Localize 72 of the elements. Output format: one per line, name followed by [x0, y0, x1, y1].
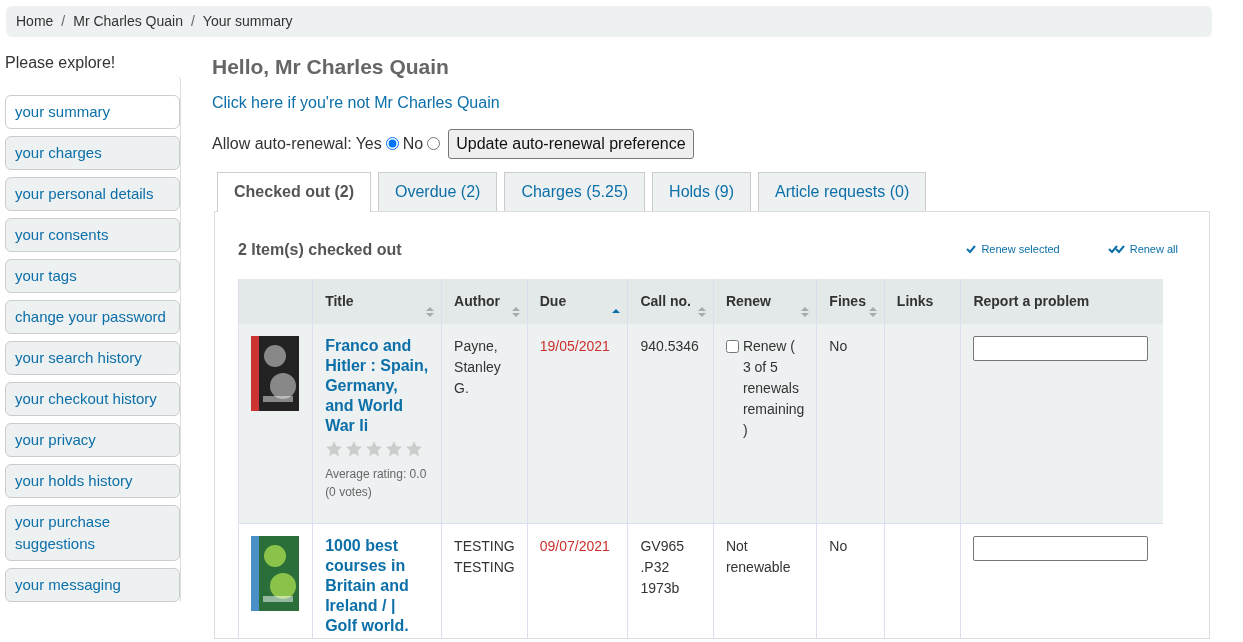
column-header[interactable]: Author	[441, 278, 528, 324]
star-icon[interactable]	[365, 439, 384, 457]
sidebar-item[interactable]: your checkout history	[5, 382, 180, 416]
renew-link[interactable]: Renew	[742, 337, 787, 354]
star-icon[interactable]	[405, 439, 424, 457]
column-header[interactable]: Report a problem	[960, 278, 1163, 324]
radio-button[interactable]	[385, 137, 399, 150]
call-number: 940.5346	[640, 337, 699, 354]
due-date: 19/05/2021	[539, 337, 610, 354]
sort-icon[interactable]	[511, 306, 520, 317]
problem-field[interactable]	[973, 335, 1149, 361]
due-date: 09/07/2021	[539, 538, 610, 555]
star-icon[interactable]	[345, 439, 364, 457]
sidebar-item[interactable]: your privacy	[5, 423, 180, 457]
breadcrumb-separator: /	[61, 13, 66, 29]
author-text: Payne, Stanley G.	[454, 337, 501, 396]
tab[interactable]: Holds (9)	[652, 171, 751, 211]
tab[interactable]: Overdue (2)	[378, 171, 498, 211]
column-header[interactable]: Title	[312, 278, 442, 324]
renew-checkbox[interactable]	[725, 339, 739, 353]
sidebar-item[interactable]: your personal details	[5, 177, 180, 211]
radio-button[interactable]	[427, 137, 441, 150]
sidebar-item[interactable]: your messaging	[5, 568, 180, 602]
checkmark-icon	[1107, 244, 1127, 255]
column-header[interactable]: Links	[884, 278, 961, 324]
rating-text: Average rating: 0.0 (0 votes)	[325, 465, 428, 501]
sort-icon[interactable]	[868, 306, 877, 317]
title-link[interactable]: 1000 best courses in Britain and Ireland / | Golf world.	[325, 536, 430, 637]
column-header[interactable]: Renew	[713, 278, 817, 324]
tab[interactable]: Checked out (2)	[217, 171, 371, 212]
renew-status: Not renewable	[725, 538, 791, 576]
option-label: Yes	[355, 133, 382, 154]
update-button[interactable]: Update auto-renewal preference	[448, 128, 694, 159]
panel-heading: 2 Item(s) checked out	[238, 239, 402, 259]
sidebar-item[interactable]: your charges	[5, 136, 180, 170]
problem-field[interactable]	[973, 536, 1149, 562]
greeting-heading: Hello, Mr Charles Quain	[212, 54, 450, 80]
column-header[interactable]: Fines	[816, 278, 885, 324]
sidebar-item[interactable]: your tags	[5, 259, 180, 293]
column-header[interactable]: Call no.	[627, 278, 714, 324]
sidebar-item[interactable]: change your password	[5, 300, 180, 334]
sidebar-item[interactable]: your holds history	[5, 464, 180, 498]
sidebar-item[interactable]: your summary	[5, 95, 180, 129]
star-icon[interactable]	[325, 439, 344, 457]
fines-text: No	[829, 337, 848, 354]
breadcrumb-link[interactable]: Home	[16, 13, 54, 29]
breadcrumb-link[interactable]: Mr Charles Quain	[73, 13, 183, 29]
star-icon[interactable]	[385, 439, 404, 457]
column-header[interactable]	[238, 278, 313, 324]
renew-link[interactable]: Renew selected	[966, 240, 1060, 258]
title-link[interactable]: Franco and Hitler : Spain, Germany, and World War Ii	[325, 335, 430, 436]
author-text: TESTING TESTING	[454, 538, 515, 576]
sort-icon[interactable]	[426, 306, 435, 317]
breadcrumb-link[interactable]: Your summary	[202, 13, 293, 29]
call-number: GV965 .P32 1973b	[640, 538, 685, 597]
sort-icon[interactable]	[697, 306, 706, 317]
breadcrumb-separator: /	[190, 13, 195, 29]
sidebar-item[interactable]: your search history	[5, 341, 180, 375]
column-header[interactable]: Due	[527, 278, 628, 324]
auto-renewal-label: Allow auto-renewal:	[212, 133, 352, 154]
fines-text: No	[829, 538, 848, 555]
option-label: No	[402, 133, 424, 154]
renewal-note: Renew ( 3 of 5 renewals remaining )	[742, 336, 805, 440]
tab[interactable]: Charges (5.25)	[504, 171, 646, 211]
renew-link[interactable]: Renew all	[1107, 240, 1178, 258]
sidebar-heading: Please explore!	[5, 53, 117, 73]
sidebar-item[interactable]: your consents	[5, 218, 180, 252]
tab[interactable]: Article requests (0)	[758, 171, 927, 211]
sidebar-item[interactable]: your purchase suggestions	[5, 505, 180, 561]
not-you-link[interactable]: Click here if you're not Mr Charles Quain	[212, 93, 500, 111]
checkmark-icon	[966, 244, 979, 255]
sort-icon[interactable]	[801, 306, 810, 317]
